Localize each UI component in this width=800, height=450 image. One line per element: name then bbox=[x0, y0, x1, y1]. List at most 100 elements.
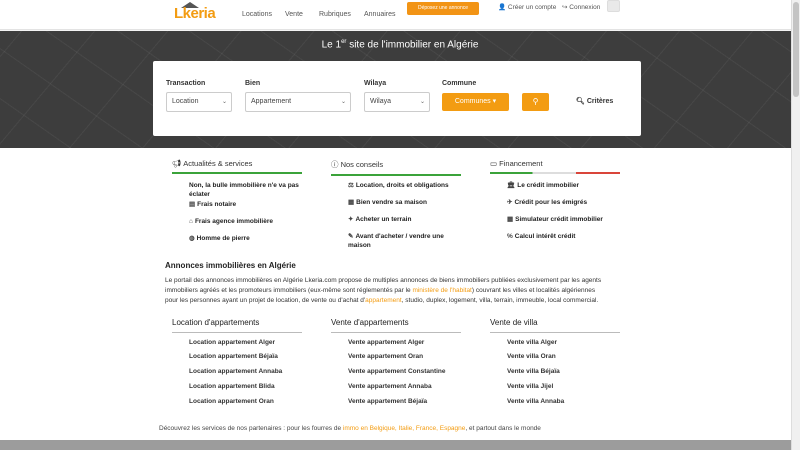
finance-link-label: Crédit pour les émigrés bbox=[514, 199, 588, 206]
communes-button[interactable]: Communes ▾ bbox=[442, 93, 509, 111]
hero-banner: Le 1er site de l'immobilier en Algérie T… bbox=[0, 31, 800, 148]
sale-list-item[interactable]: Vente appartement Annaba bbox=[348, 383, 432, 390]
apartment-link[interactable]: appartement bbox=[365, 297, 402, 304]
globe-icon: ◍ bbox=[189, 235, 195, 242]
rent-list-item[interactable]: Location appartement Alger bbox=[189, 339, 275, 346]
bien-select[interactable]: Appartement ⌄ bbox=[245, 92, 351, 112]
rent-list-item[interactable]: Location appartement Oran bbox=[189, 398, 274, 405]
villa-list-title: Vente de villa bbox=[490, 318, 620, 333]
advice-link-label: Avant d'acheter / vendre une maison bbox=[348, 233, 444, 249]
search-icon: ⚲ bbox=[532, 97, 539, 106]
seo-line-3a: pour les personnes ayant un projet de lo… bbox=[165, 297, 366, 304]
news-link[interactable]: ◍ Homme de pierre bbox=[189, 234, 319, 243]
wilaya-label: Wilaya bbox=[364, 80, 387, 87]
wilaya-select[interactable]: Wilaya ⌄ bbox=[364, 92, 430, 112]
news-link[interactable]: Non, la bulle immobilière n'e va pas écl… bbox=[189, 181, 307, 199]
top-navbar: Lkeria Locations Vente Rubriques Annuair… bbox=[0, 0, 800, 30]
rent-list-item[interactable]: Location appartement Béjaïa bbox=[189, 353, 278, 360]
advice-title-label: Nos conseils bbox=[340, 160, 384, 169]
news-link[interactable]: ▤ Frais notaire bbox=[189, 200, 319, 209]
login-label: Connexion bbox=[569, 4, 601, 11]
rent-list-item[interactable]: Location appartement Annaba bbox=[189, 368, 282, 375]
rent-list-item[interactable]: Location appartement Blida bbox=[189, 383, 275, 390]
villa-list-item[interactable]: Vente villa Oran bbox=[507, 353, 556, 360]
nav-annuaires[interactable]: Annuaires bbox=[364, 11, 396, 18]
nav-rubriques[interactable]: Rubriques bbox=[319, 11, 351, 18]
footer-strip bbox=[0, 440, 800, 450]
finance-title-label: Financement bbox=[499, 159, 543, 168]
login-link[interactable]: ↪ Connexion bbox=[562, 3, 600, 11]
villa-list-item[interactable]: Vente villa Jijel bbox=[507, 383, 553, 390]
hero-title: Le 1er site de l'immobilier en Algérie bbox=[0, 39, 800, 50]
advice-link[interactable]: ⚖ Location, droits et obligations bbox=[348, 181, 478, 190]
main-content: 📢︎ Actualités & services Non, la bulle i… bbox=[0, 148, 800, 440]
info-icon: ⓘ bbox=[331, 160, 341, 169]
advice-link[interactable]: ✦ Acheter un terrain bbox=[348, 215, 478, 224]
villa-list-item[interactable]: Vente villa Béjaïa bbox=[507, 368, 560, 375]
news-title-label: Actualités & services bbox=[183, 159, 253, 168]
sale-list-item[interactable]: Vente appartement Alger bbox=[348, 339, 424, 346]
site-logo[interactable]: Lkeria bbox=[160, 2, 224, 24]
chevron-down-icon: ⌄ bbox=[221, 99, 227, 105]
advice-link-label: Location, droits et obligations bbox=[355, 182, 449, 189]
wilaya-value: Wilaya bbox=[370, 98, 392, 105]
page-scrollbar[interactable] bbox=[791, 0, 800, 450]
finance-link[interactable]: ✈ Crédit pour les émigrés bbox=[507, 198, 637, 207]
chevron-down-icon: ⌄ bbox=[340, 99, 346, 105]
partners-text-a: Découvrez les services de nos partenaire… bbox=[159, 425, 343, 432]
commune-label: Commune bbox=[442, 80, 477, 87]
rent-list-title: Location d'appartements bbox=[172, 318, 302, 333]
finance-link[interactable]: % Calcul intérêt crédit bbox=[507, 232, 637, 241]
criteria-label: Critères bbox=[586, 98, 614, 105]
advice-link[interactable]: ▦ Bien vendre sa maison bbox=[348, 198, 478, 207]
search-button[interactable]: ⚲ bbox=[522, 93, 549, 111]
menu-toggle-button[interactable] bbox=[607, 0, 620, 12]
news-link-label: Frais notaire bbox=[197, 201, 237, 208]
pencil-icon: ✎ bbox=[348, 233, 354, 240]
seo-line-2b: ) couvrant les villes et localités algér… bbox=[471, 287, 596, 294]
sale-list-title: Vente d'appartements bbox=[331, 318, 461, 333]
partners-link[interactable]: immo en Belgique, Italie, France, Espagn… bbox=[343, 425, 465, 432]
finance-link-label: Simulateur crédit immobilier bbox=[515, 216, 603, 223]
scrollbar-thumb[interactable] bbox=[793, 2, 799, 97]
megaphone-icon: 📢︎ bbox=[172, 159, 184, 168]
seo-line-3b: , studio, duplex, logement, villa, terra… bbox=[401, 297, 599, 304]
news-link-label: Frais agence immobilière bbox=[194, 218, 273, 225]
finance-link[interactable]: 🏛︎ Le crédit immobilier bbox=[507, 181, 637, 190]
partners-text-b: , et partout dans le monde bbox=[465, 425, 541, 432]
seo-line-1: Le portail des annonces immobilières en … bbox=[165, 277, 602, 284]
create-account-link[interactable]: 👤 Créer un compte bbox=[498, 3, 556, 11]
nav-locations[interactable]: Locations bbox=[242, 11, 272, 18]
transaction-label: Transaction bbox=[166, 80, 206, 87]
post-ad-button[interactable]: Déposez une annonce bbox=[407, 2, 479, 15]
finance-link-label: Calcul intérêt crédit bbox=[514, 233, 576, 240]
hero-title-pre: Le 1 bbox=[321, 39, 342, 51]
home-icon: ⌂ bbox=[189, 218, 193, 225]
villa-list-item[interactable]: Vente villa Annaba bbox=[507, 398, 564, 405]
sale-list-item[interactable]: Vente appartement Constantine bbox=[348, 368, 446, 375]
search-form: Transaction Location ⌄ Bien Appartement ⌄ … bbox=[153, 61, 641, 136]
user-icon: 👤 bbox=[498, 4, 508, 11]
finance-link-label: Le crédit immobilier bbox=[517, 182, 580, 189]
news-link-label: Homme de pierre bbox=[196, 235, 250, 242]
sale-list-item[interactable]: Vente appartement Oran bbox=[348, 353, 423, 360]
transaction-select[interactable]: Location ⌄ bbox=[166, 92, 232, 112]
news-link[interactable]: ⌂ Frais agence immobilière bbox=[189, 217, 319, 226]
document-icon: ▤ bbox=[189, 201, 196, 208]
bank-icon: 🏛︎ bbox=[507, 182, 516, 189]
bien-label: Bien bbox=[245, 80, 261, 87]
finance-link[interactable]: ▦ Simulateur crédit immobilier bbox=[507, 215, 637, 224]
chevron-down-icon: ⌄ bbox=[419, 99, 425, 105]
villa-list-item[interactable]: Vente villa Alger bbox=[507, 339, 557, 346]
ministry-link[interactable]: ministère de l'habitat bbox=[412, 287, 471, 294]
building-icon: ▦ bbox=[348, 199, 355, 206]
nav-vente[interactable]: Vente bbox=[285, 11, 303, 18]
sale-list-item[interactable]: Vente appartement Béjaïa bbox=[348, 398, 427, 405]
map-pin-icon: ✦ bbox=[348, 216, 354, 223]
bien-value: Appartement bbox=[251, 98, 292, 105]
advice-link[interactable]: ✎ Avant d'acheter / vendre une maison bbox=[348, 232, 466, 250]
finance-section-title: ▭ Financement bbox=[490, 159, 620, 174]
seo-paragraph: Le portail des annonces immobilières en … bbox=[165, 276, 635, 306]
criteria-link[interactable]: 🔍︎ Critères bbox=[576, 97, 613, 105]
seo-title: Annonces immobilières en Algérie bbox=[165, 261, 296, 270]
